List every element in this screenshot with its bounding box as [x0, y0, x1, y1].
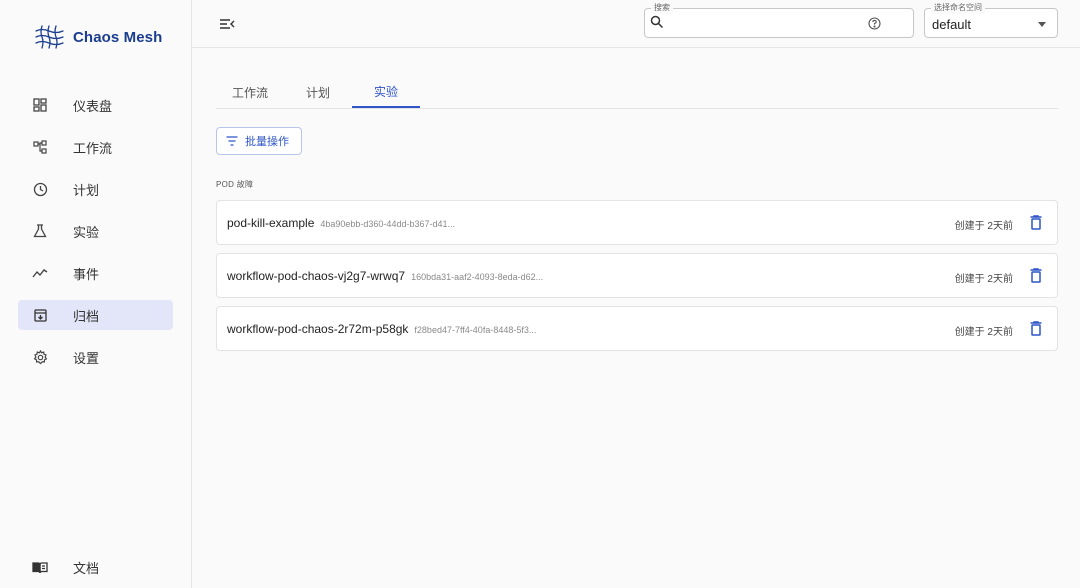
- archive-tabs: 工作流 计划 实验: [216, 76, 1058, 109]
- dashboard-icon: [32, 97, 48, 113]
- batch-operation-label: 批量操作: [245, 136, 289, 148]
- menu-collapse-icon[interactable]: [219, 16, 235, 32]
- experiment-uid: 4ba90ebb-d360-44dd-b367-d41...: [320, 219, 455, 229]
- tab-experiments[interactable]: 实验: [352, 76, 420, 108]
- tab-schedules[interactable]: 计划: [284, 76, 352, 108]
- sidebar-item-archive[interactable]: 归档: [18, 300, 173, 330]
- delete-icon[interactable]: [1030, 268, 1042, 283]
- sidebar-item-docs[interactable]: 文档: [18, 552, 173, 582]
- sidebar-item-label: 设置: [73, 350, 100, 366]
- search-field[interactable]: 搜索: [644, 2, 914, 38]
- experiment-icon: [32, 223, 48, 239]
- namespace-value: default: [932, 17, 972, 32]
- search-icon: [650, 15, 664, 32]
- schedule-icon: [32, 181, 48, 197]
- app-name: Chaos Mesh: [73, 28, 163, 46]
- archive-row[interactable]: workflow-pod-chaos-vj2g7-wrwq7 160bda31-a…: [216, 253, 1058, 298]
- batch-operation-button[interactable]: 批量操作: [216, 127, 302, 155]
- experiment-uid: f28bed47-7ff4-40fa-8448-5f3...: [414, 325, 537, 335]
- sidebar-item-dashboard[interactable]: 仪表盘: [18, 90, 173, 120]
- delete-icon[interactable]: [1030, 215, 1042, 230]
- workflow-icon: [32, 139, 48, 155]
- created-time: 创建于 2天前: [954, 274, 1013, 285]
- sidebar-item-label: 仪表盘: [73, 98, 113, 114]
- sidebar-item-schedule[interactable]: 计划: [18, 174, 173, 204]
- archive-icon: [32, 307, 48, 323]
- top-bar: 搜索 选择命名空间 default: [192, 0, 1080, 48]
- docs-icon: [32, 559, 48, 575]
- chaos-mesh-logo-icon: [35, 25, 64, 49]
- sidebar-item-settings[interactable]: 设置: [18, 342, 173, 372]
- help-icon[interactable]: [868, 17, 881, 33]
- sidebar-item-label: 工作流: [73, 140, 113, 156]
- filter-list-icon: [226, 134, 238, 149]
- experiment-name: workflow-pod-chaos-vj2g7-wrwq7 160bda31-a…: [227, 269, 544, 283]
- section-title: POD 故障: [216, 180, 254, 189]
- archive-row[interactable]: workflow-pod-chaos-2r72m-p58gk f28bed47-7…: [216, 306, 1058, 351]
- archive-row[interactable]: pod-kill-example 4ba90ebb-d360-44dd-b367-…: [216, 200, 1058, 245]
- delete-icon[interactable]: [1030, 321, 1042, 336]
- chevron-down-icon: [1038, 22, 1046, 27]
- sidebar-item-workflow[interactable]: 工作流: [18, 132, 173, 162]
- created-time: 创建于 2天前: [954, 327, 1013, 338]
- search-legend: 搜索: [651, 2, 673, 14]
- experiment-name: workflow-pod-chaos-2r72m-p58gk f28bed47-7…: [227, 322, 537, 336]
- sidebar-item-label: 实验: [73, 224, 100, 240]
- experiment-name: pod-kill-example 4ba90ebb-d360-44dd-b367-…: [227, 216, 455, 230]
- sidebar-item-label: 事件: [73, 266, 100, 282]
- created-time: 创建于 2天前: [954, 221, 1013, 232]
- namespace-select[interactable]: 选择命名空间 default: [924, 2, 1058, 38]
- sidebar-item-events[interactable]: 事件: [18, 258, 173, 288]
- tab-workflows[interactable]: 工作流: [216, 76, 284, 108]
- sidebar: Chaos Mesh 仪表盘 工作流 计划 实验 事件 归档 设置 文档: [0, 0, 192, 588]
- brand[interactable]: Chaos Mesh: [34, 24, 162, 50]
- sidebar-item-label: 文档: [73, 560, 100, 576]
- namespace-legend: 选择命名空间: [931, 2, 985, 14]
- events-icon: [32, 265, 48, 281]
- sidebar-item-label: 计划: [73, 182, 100, 198]
- sidebar-item-experiment[interactable]: 实验: [18, 216, 173, 246]
- sidebar-item-label: 归档: [73, 308, 100, 324]
- settings-icon: [32, 349, 48, 365]
- experiment-uid: 160bda31-aaf2-4093-8eda-d62...: [411, 272, 544, 282]
